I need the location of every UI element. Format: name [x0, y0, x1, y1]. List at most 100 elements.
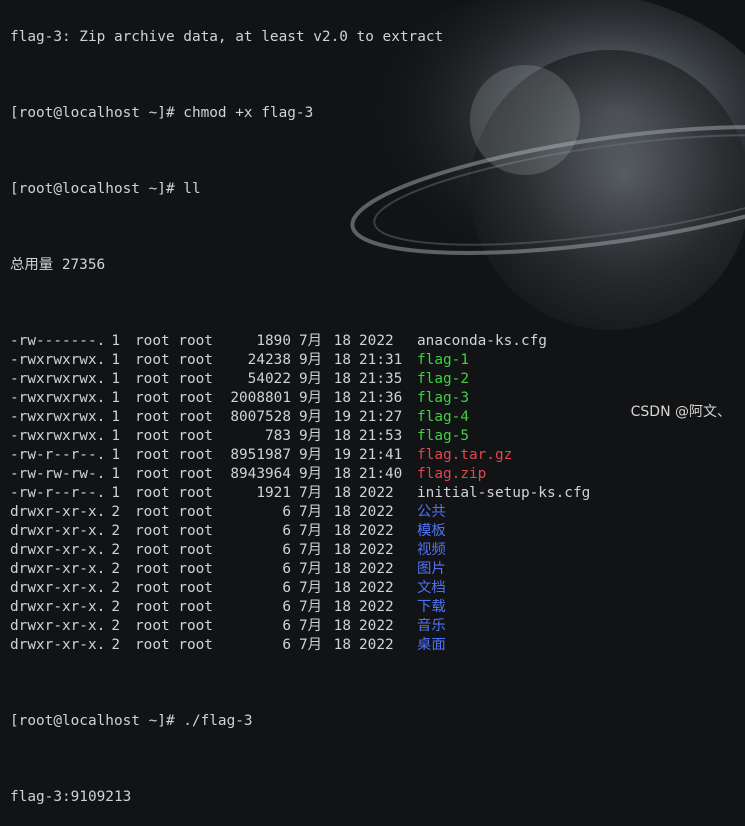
file-name: 下载 [417, 599, 446, 615]
permissions-column: -rwxrwxrwx. 1 [10, 351, 135, 370]
month: 7月 [299, 333, 323, 349]
file-size: 1890 [256, 333, 291, 349]
day: 18 [333, 466, 351, 482]
permissions-column: drwxr-xr-x. 2 [10, 560, 135, 579]
link-count: 1 [111, 390, 120, 406]
command-line-chmod: [root@localhost ~]# chmod +x flag-3 [10, 104, 745, 123]
file-size: 783 [265, 428, 291, 444]
permissions: -rwxrwxrwx. [10, 390, 106, 406]
file-list-item: -rwxrwxrwx. 1 root root 783 9月 18 21:53 flag-5 [10, 427, 745, 446]
permissions-column: drwxr-xr-x. 2 [10, 541, 135, 560]
file-size: 6 [282, 542, 291, 558]
permissions: -rwxrwxrwx. [10, 428, 106, 444]
time-or-year: 2022 [359, 618, 394, 634]
permissions: -rw-r--r--. [10, 447, 106, 463]
time-or-year: 2022 [359, 561, 394, 577]
link-count: 2 [111, 618, 120, 634]
time-or-year: 21:35 [359, 371, 403, 387]
link-count: 1 [111, 485, 120, 501]
month: 7月 [299, 618, 323, 634]
total-usage-line: 总用量 27356 [10, 257, 106, 273]
file-listing: -rw-------. 1 root root 1890 7月 18 2022 anacond… [10, 332, 745, 655]
permissions-column: -rwxrwxrwx. 1 [10, 389, 135, 408]
csdn-watermark: CSDN @阿文、 [630, 404, 731, 420]
file-list-item: drwxr-xr-x. 2 root root 6 7月 18 2022 公共 [10, 503, 745, 522]
link-count: 2 [111, 542, 120, 558]
time-or-year: 2022 [359, 637, 394, 653]
permissions: -rwxrwxrwx. [10, 352, 106, 368]
file-name: 音乐 [417, 618, 446, 634]
file-size: 6 [282, 523, 291, 539]
month: 7月 [299, 523, 323, 539]
file-size: 2008801 [230, 390, 291, 406]
day: 18 [333, 352, 351, 368]
owner-group: root root [135, 447, 213, 463]
terminal-partial-line: flag-3: Zip archive data, at least v2.0 … [10, 29, 444, 45]
day: 18 [333, 618, 351, 634]
month: 9月 [299, 352, 323, 368]
permissions-column: drwxr-xr-x. 2 [10, 503, 135, 522]
link-count: 2 [111, 561, 120, 577]
permissions: drwxr-xr-x. [10, 504, 106, 520]
permissions-column: -rw-r--r--. 1 [10, 484, 135, 503]
file-name: flag-5 [417, 428, 469, 444]
permissions-column: drwxr-xr-x. 2 [10, 579, 135, 598]
permissions-column: -rw-------. 1 [10, 332, 135, 351]
permissions: -rw-------. [10, 333, 106, 349]
permissions-column: -rwxrwxrwx. 1 [10, 408, 135, 427]
program-output: flag-3:9109213 [10, 789, 132, 805]
file-size: 8951987 [230, 447, 291, 463]
day: 18 [333, 504, 351, 520]
permissions: drwxr-xr-x. [10, 561, 106, 577]
link-count: 2 [111, 523, 120, 539]
owner-group: root root [135, 352, 213, 368]
file-size: 8943964 [230, 466, 291, 482]
month: 9月 [299, 447, 323, 463]
prompt: [root@localhost ~]# [10, 105, 184, 121]
permissions: -rwxrwxrwx. [10, 371, 106, 387]
permissions: drwxr-xr-x. [10, 618, 106, 634]
owner-group: root root [135, 409, 213, 425]
day: 18 [333, 333, 351, 349]
owner-group: root root [135, 504, 213, 520]
month: 7月 [299, 561, 323, 577]
file-size: 6 [282, 504, 291, 520]
permissions: drwxr-xr-x. [10, 637, 106, 653]
permissions-column: -rwxrwxrwx. 1 [10, 427, 135, 446]
owner-group: root root [135, 485, 213, 501]
time-or-year: 21:27 [359, 409, 403, 425]
file-size: 6 [282, 599, 291, 615]
owner-group: root root [135, 371, 213, 387]
file-size: 6 [282, 580, 291, 596]
file-list-item: drwxr-xr-x. 2 root root 6 7月 18 2022 视频 [10, 541, 745, 560]
file-list-item: -rw-r--r--. 1 root root 8951987 9月 19 21:41 fla… [10, 446, 745, 465]
link-count: 1 [111, 466, 120, 482]
owner-group: root root [135, 561, 213, 577]
file-list-item: -rw-------. 1 root root 1890 7月 18 2022 anacond… [10, 332, 745, 351]
day: 18 [333, 561, 351, 577]
owner-group: root root [135, 466, 213, 482]
owner-group: root root [135, 333, 213, 349]
link-count: 1 [111, 447, 120, 463]
permissions-column: drwxr-xr-x. 2 [10, 522, 135, 541]
time-or-year: 21:53 [359, 428, 403, 444]
time-or-year: 2022 [359, 599, 394, 615]
file-size: 54022 [247, 371, 291, 387]
link-count: 2 [111, 599, 120, 615]
file-name: 视频 [417, 542, 446, 558]
time-or-year: 2022 [359, 542, 394, 558]
file-list-item: -rw-r--r--. 1 root root 1921 7月 18 2022 initial… [10, 484, 745, 503]
day: 18 [333, 485, 351, 501]
command-line-ll: [root@localhost ~]# ll [10, 180, 745, 199]
permissions-column: drwxr-xr-x. 2 [10, 636, 135, 655]
file-list-item: drwxr-xr-x. 2 root root 6 7月 18 2022 音乐 [10, 617, 745, 636]
permissions: drwxr-xr-x. [10, 542, 106, 558]
permissions: -rw-rw-rw-. [10, 466, 106, 482]
link-count: 1 [111, 428, 120, 444]
file-name: 模板 [417, 523, 446, 539]
file-list-item: -rwxrwxrwx. 1 root root 24238 9月 18 21:31 flag-… [10, 351, 745, 370]
month: 7月 [299, 542, 323, 558]
file-size: 24238 [247, 352, 291, 368]
file-list-item: drwxr-xr-x. 2 root root 6 7月 18 2022 桌面 [10, 636, 745, 655]
month: 7月 [299, 485, 323, 501]
